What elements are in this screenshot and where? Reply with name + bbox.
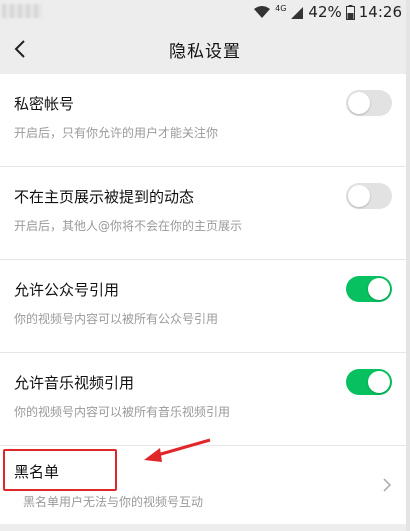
wifi-icon (254, 6, 271, 18)
blacklist-description: 黑名单用户无法与你的视频号互动 (23, 495, 204, 509)
setting-title: 允许音乐视频引用 (14, 374, 135, 392)
private-account-toggle[interactable] (346, 90, 392, 116)
status-indicators: 4G 42% 14:26 (253, 3, 402, 21)
blurred-notification-icons (2, 4, 42, 18)
annotation-arrow-icon (144, 438, 211, 462)
network-type-label: 4G (275, 4, 287, 13)
setting-description: 你的视频号内容可以被所有公众号引用 (14, 312, 219, 326)
setting-title: 不在主页展示被提到的动态 (14, 188, 195, 206)
setting-private-account: 私密帐号 开启后，只有你允许的用户才能关注你 (0, 74, 406, 167)
toggle-knob (368, 371, 390, 393)
nav-header: 隐私设置 (0, 24, 410, 74)
toggle-knob (348, 92, 370, 114)
status-bar: 4G 42% 14:26 (0, 0, 410, 24)
allow-music-video-toggle[interactable] (346, 369, 392, 395)
hide-mentions-toggle[interactable] (346, 183, 392, 209)
bottom-background (0, 524, 410, 531)
signal-icon (291, 6, 304, 19)
setting-title: 允许公众号引用 (14, 281, 120, 299)
toggle-knob (348, 185, 370, 207)
right-edge (406, 0, 410, 531)
setting-description: 开启后，只有你允许的用户才能关注你 (14, 126, 219, 140)
battery-icon (345, 4, 355, 20)
setting-title: 私密帐号 (14, 95, 75, 113)
setting-description: 你的视频号内容可以被所有音乐视频引用 (14, 405, 231, 419)
status-time: 14:26 (358, 3, 402, 21)
blacklist-title: 黑名单 (14, 463, 60, 481)
chevron-right-icon (383, 478, 392, 492)
setting-hide-mentions: 不在主页展示被提到的动态 开启后，其他人@你将不会在你的主页展示 (0, 167, 406, 260)
toggle-knob (368, 278, 390, 300)
privacy-settings-screen: 4G 42% 14:26 隐私设置 私密帐号 开启后，只有你允许的用户才能关注你 (0, 0, 410, 531)
setting-description: 开启后，其他人@你将不会在你的主页展示 (14, 219, 243, 233)
setting-allow-official-accounts: 允许公众号引用 你的视频号内容可以被所有公众号引用 (0, 260, 406, 353)
allow-official-accounts-toggle[interactable] (346, 276, 392, 302)
page-title: 隐私设置 (169, 42, 241, 62)
battery-percent: 42% (308, 3, 342, 21)
